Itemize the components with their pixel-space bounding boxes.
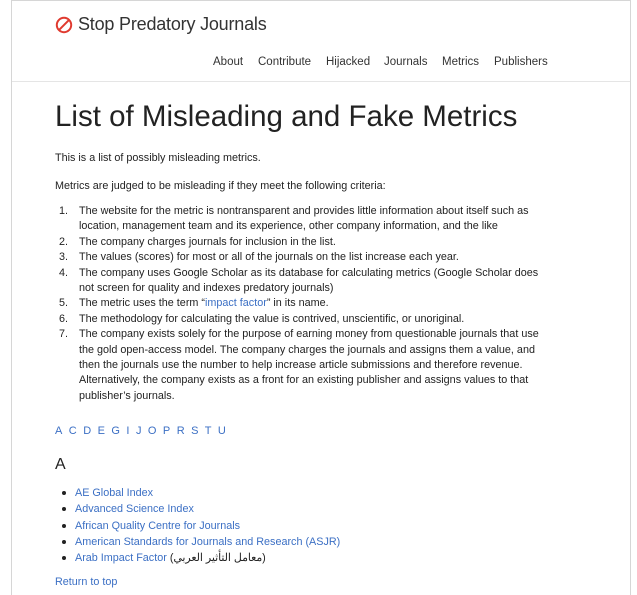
letter-link-e[interactable]: E: [98, 425, 105, 437]
letter-link-g[interactable]: G: [111, 425, 120, 437]
nav-contribute[interactable]: Contribute: [258, 56, 311, 68]
criteria-item: 6. The methodology for calculating the v…: [59, 312, 465, 325]
page-title: List of Misleading and Fake Metrics: [55, 100, 518, 133]
brand-name: Stop Predatory Journals: [78, 14, 267, 34]
list-item: African Quality Centre for Journals: [55, 518, 340, 534]
no-entry-icon: [55, 16, 73, 33]
letter-link-t[interactable]: T: [205, 425, 212, 437]
criteria-item: 4. The company uses Google Scholar as it…: [59, 266, 539, 295]
metric-link[interactable]: American Standards for Journals and Rese…: [75, 536, 340, 548]
letter-link-u[interactable]: U: [218, 425, 226, 437]
return-to-top-link[interactable]: Return to top: [55, 576, 117, 588]
letter-link-s[interactable]: S: [191, 425, 198, 437]
metric-link[interactable]: Advanced Science Index: [75, 503, 194, 515]
letter-link-j[interactable]: J: [136, 425, 142, 437]
list-item: AE Global Index: [55, 485, 340, 501]
impact-factor-link[interactable]: impact factor: [205, 297, 267, 309]
letter-link-p[interactable]: P: [163, 425, 170, 437]
criteria-intro: Metrics are judged to be misleading if t…: [55, 180, 386, 192]
nav-about[interactable]: About: [213, 56, 243, 68]
metrics-list-a: AE Global Index Advanced Science Index A…: [55, 485, 340, 566]
criteria-item: 2. The company charges journals for incl…: [59, 235, 336, 248]
letter-link-o[interactable]: O: [148, 425, 157, 437]
criteria-item: 1. The website for the metric is nontran…: [59, 205, 529, 233]
letter-link-i[interactable]: I: [126, 425, 129, 437]
list-item: Arab Impact Factor (معامل التأثير العربي…: [55, 550, 340, 566]
criteria-item: 3. The values (scores) for most or all o…: [59, 251, 459, 264]
letter-link-d[interactable]: D: [83, 425, 91, 437]
criteria-item: 5. The metric uses the term “impact fact…: [59, 297, 329, 310]
nav-journals[interactable]: Journals: [384, 56, 427, 68]
letter-link-a[interactable]: A: [55, 425, 62, 437]
site-header: Stop Predatory Journals About Contribute…: [12, 1, 630, 82]
criteria-list: 1. The website for the metric is nontran…: [55, 204, 575, 404]
section-heading-a: A: [55, 456, 66, 473]
metric-link[interactable]: African Quality Centre for Journals: [75, 520, 240, 532]
brand[interactable]: Stop Predatory Journals: [55, 14, 267, 35]
letter-link-r[interactable]: R: [177, 425, 185, 437]
letter-index: A C D E G I J O P R S T U: [55, 425, 229, 437]
page-frame: Stop Predatory Journals About Contribute…: [11, 0, 631, 595]
arabic-name: (معامل التأثير العربي): [169, 552, 266, 565]
metric-link[interactable]: Arab Impact Factor: [75, 552, 167, 564]
letter-link-c[interactable]: C: [69, 425, 77, 437]
nav-metrics[interactable]: Metrics: [442, 56, 479, 68]
intro-text: This is a list of possibly misleading me…: [55, 152, 261, 164]
list-item: Advanced Science Index: [55, 501, 340, 517]
nav-publishers[interactable]: Publishers: [494, 56, 548, 68]
criteria-item: 7. The company exists solely for the pur…: [59, 328, 539, 402]
list-item: American Standards for Journals and Rese…: [55, 534, 340, 550]
nav-hijacked[interactable]: Hijacked: [326, 56, 370, 68]
metric-link[interactable]: AE Global Index: [75, 487, 153, 499]
